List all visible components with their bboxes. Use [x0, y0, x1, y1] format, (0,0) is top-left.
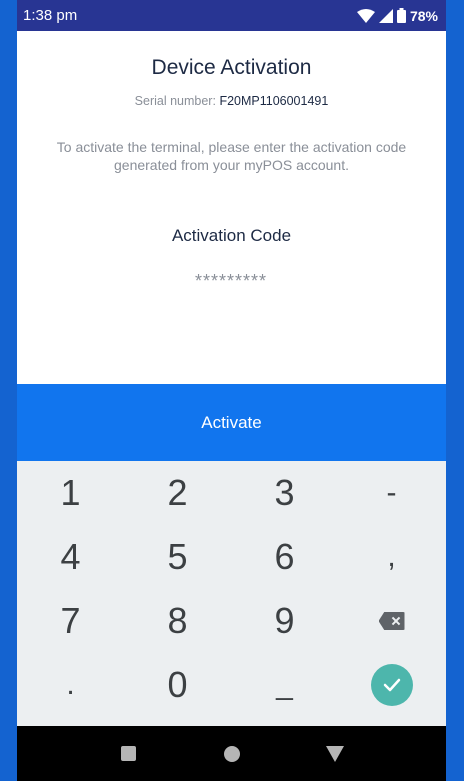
key-0[interactable]: 0 [124, 653, 231, 717]
navigation-bar [17, 726, 446, 781]
key-9[interactable]: 9 [231, 589, 338, 653]
backspace-key[interactable] [338, 589, 445, 653]
key-6[interactable]: 6 [231, 525, 338, 589]
device-frame: 1:38 pm 78% Device Activation Serial num… [0, 0, 464, 781]
home-icon [223, 745, 240, 762]
back-icon [325, 745, 344, 762]
serial-value: F20MP1106001491 [219, 94, 329, 108]
page-title: Device Activation [151, 56, 312, 79]
backspace-icon [378, 612, 405, 630]
key-underscore[interactable]: _ [231, 653, 338, 717]
battery-icon [396, 8, 406, 23]
instructions-text: To activate the terminal, please enter t… [56, 139, 407, 173]
status-icons: 78% [356, 7, 438, 24]
activation-code-label: Activation Code [171, 226, 292, 245]
key-comma[interactable]: , [338, 525, 445, 589]
signal-icon [378, 8, 393, 23]
status-time: 1:38 pm [23, 7, 78, 24]
key-4[interactable]: 4 [17, 525, 124, 589]
activation-code-input[interactable] [131, 266, 331, 296]
status-bar: 1:38 pm 78% [17, 0, 446, 31]
home-button[interactable] [212, 734, 252, 774]
back-button[interactable] [315, 734, 355, 774]
serial-number: Serial number: F20MP1106001491 [17, 94, 446, 108]
wifi-icon [356, 8, 375, 23]
numeric-keypad: 1 2 3 - 4 5 6 , 7 8 9 . 0 _ [17, 461, 446, 726]
key-8[interactable]: 8 [124, 589, 231, 653]
done-key[interactable] [338, 653, 445, 717]
screen: 1:38 pm 78% Device Activation Serial num… [17, 0, 446, 781]
recents-button[interactable] [109, 734, 149, 774]
serial-label: Serial number: [134, 94, 216, 108]
key-5[interactable]: 5 [124, 525, 231, 589]
key-3[interactable]: 3 [231, 461, 338, 525]
recents-icon [121, 746, 136, 761]
key-period[interactable]: . [17, 653, 124, 717]
battery-percent: 78% [409, 7, 438, 24]
key-2[interactable]: 2 [124, 461, 231, 525]
activate-button[interactable]: Activate [17, 384, 446, 461]
key-minus[interactable]: - [338, 461, 445, 525]
key-1[interactable]: 1 [17, 461, 124, 525]
key-7[interactable]: 7 [17, 589, 124, 653]
check-icon [370, 664, 413, 706]
